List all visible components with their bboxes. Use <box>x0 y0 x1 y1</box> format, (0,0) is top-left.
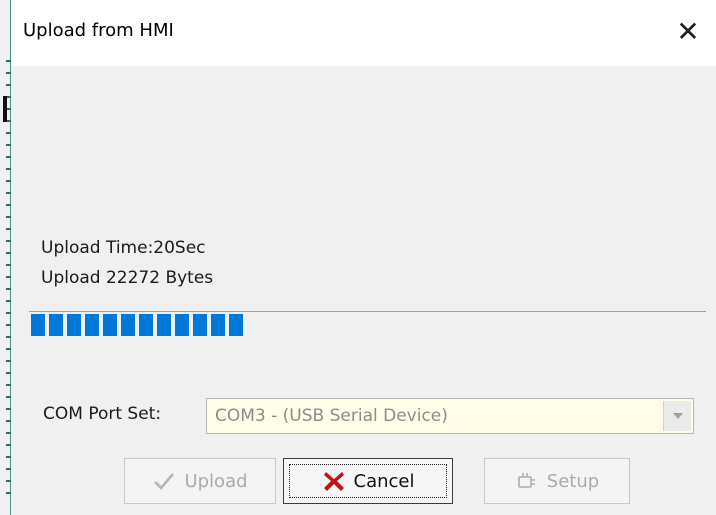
progress-fill <box>31 314 243 336</box>
upload-progress-bar <box>29 309 706 339</box>
setup-button-label: Setup <box>546 470 600 492</box>
close-button[interactable]: ✕ <box>668 12 708 52</box>
connector-icon <box>517 473 535 488</box>
upload-button-label: Upload <box>184 470 248 492</box>
red-x-icon <box>323 472 344 491</box>
progress-track-line <box>29 311 706 312</box>
upload-bytes-text: Upload 22272 Bytes <box>41 268 214 288</box>
chevron-down-icon <box>673 413 683 419</box>
upload-button[interactable]: Upload <box>124 458 276 504</box>
window-title: Upload from HMI <box>23 20 174 41</box>
edge-marker <box>3 96 7 122</box>
cancel-button-label: Cancel <box>353 470 415 492</box>
check-icon <box>154 473 175 490</box>
dialog-body: Upload Time:20Sec Upload 22272 Bytes COM… <box>11 66 716 515</box>
com-port-label: COM Port Set: <box>43 404 162 424</box>
com-port-value: COM3 - (USB Serial Device) <box>215 406 448 426</box>
title-bar: Upload from HMI ✕ <box>11 0 716 66</box>
cancel-button[interactable]: Cancel <box>283 458 453 504</box>
upload-dialog: Upload from HMI ✕ Upload Time:20Sec Uplo… <box>0 0 716 515</box>
dropdown-button[interactable] <box>663 401 691 431</box>
com-port-select[interactable]: COM3 - (USB Serial Device) <box>206 398 694 434</box>
close-icon: ✕ <box>676 15 700 48</box>
setup-button[interactable]: Setup <box>484 458 630 504</box>
upload-time-text: Upload Time:20Sec <box>41 238 206 258</box>
